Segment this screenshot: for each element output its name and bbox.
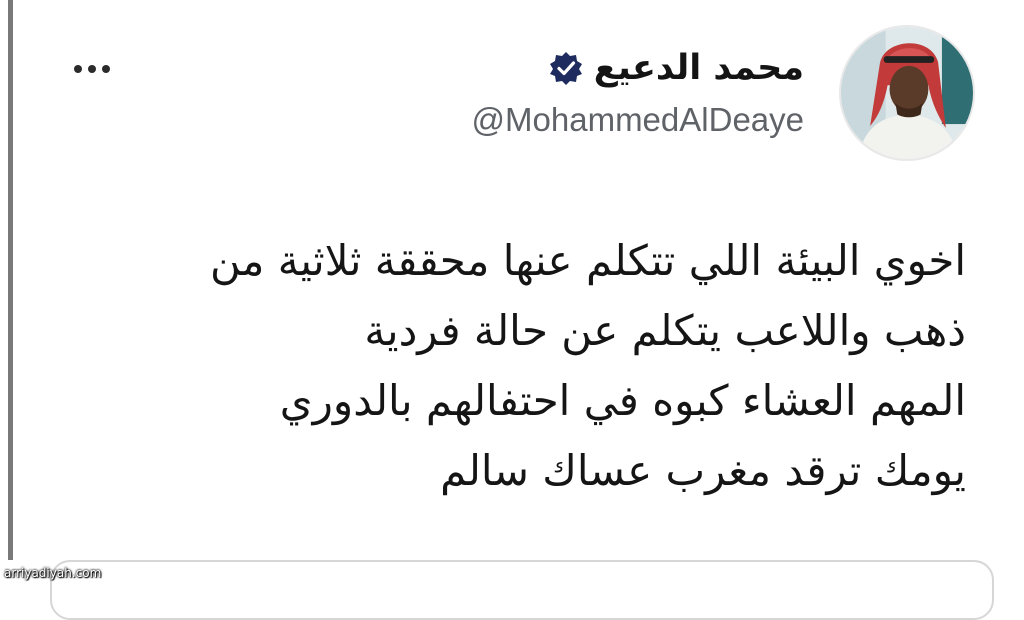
verified-badge-icon [549, 52, 582, 85]
more-dot-icon [88, 65, 96, 73]
tweet-text-line: ذهب واللاعب يتكلم عن حالة فردية [364, 306, 966, 355]
tweet-text-line: يومك ترقد مغرب عساك سالم [440, 446, 966, 495]
avatar-photo-icon [841, 27, 973, 159]
avatar[interactable] [839, 25, 975, 161]
tweet-card: محمد الدعيع @MohammedAlDeaye اخوي البيئة… [20, 0, 1010, 620]
author-name-row: محمد الدعيع [548, 42, 804, 94]
tweet-text-line: اخوي البيئة اللي تتكلم عنها محققة ثلاثية… [209, 236, 966, 285]
source-watermark: arriyadiyah.com [4, 566, 102, 580]
more-options-button[interactable] [64, 54, 120, 84]
author-display-name[interactable]: محمد الدعيع [594, 42, 804, 94]
more-dot-icon [74, 65, 82, 73]
quoted-tweet-card[interactable] [50, 560, 994, 620]
left-border-rule [8, 0, 13, 560]
more-dot-icon [102, 65, 110, 73]
author-handle[interactable]: @MohammedAlDeaye [472, 98, 804, 142]
tweet-text-line: المهم العشاء كبوه في احتفالهم بالدوري [279, 376, 966, 425]
tweet-text: اخوي البيئة اللي تتكلم عنها محققة ثلاثية… [106, 226, 966, 506]
